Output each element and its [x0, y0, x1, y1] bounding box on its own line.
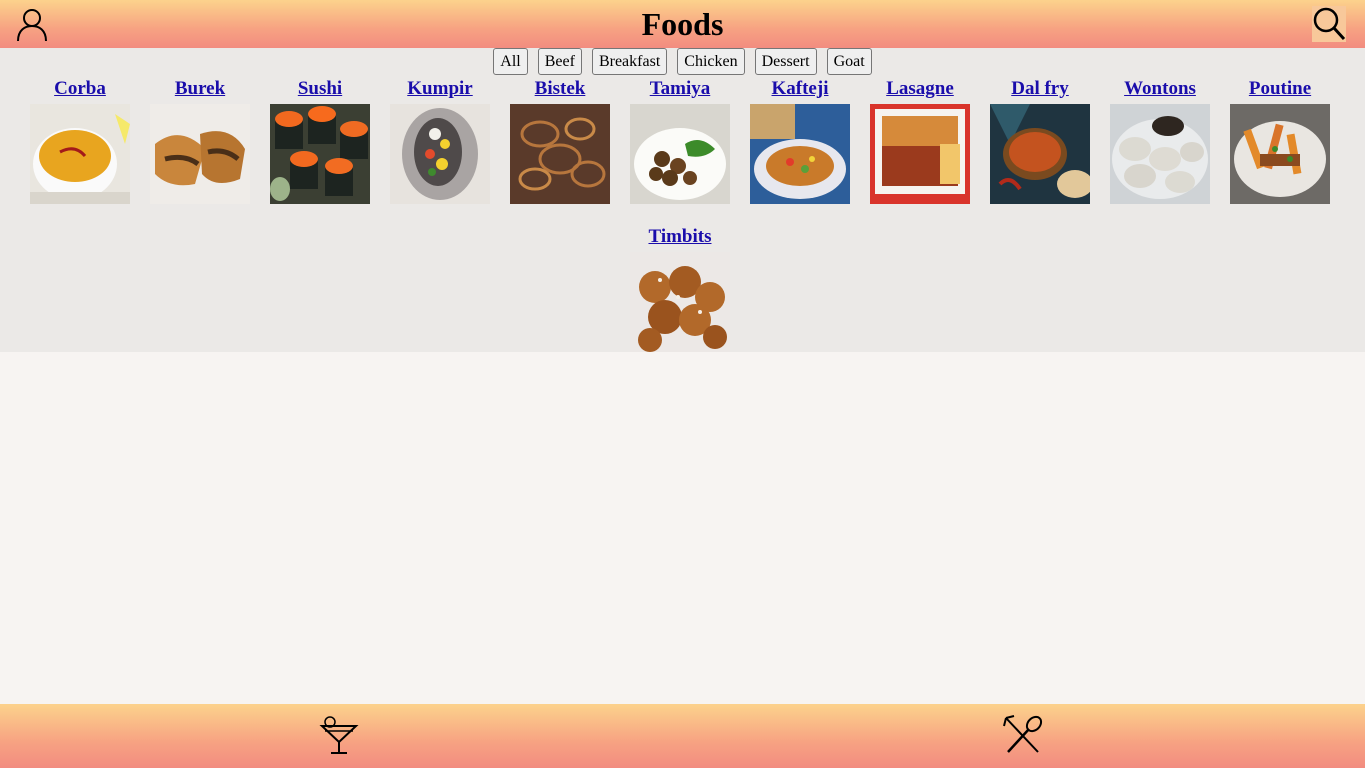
fork-spoon-icon[interactable]: [1002, 714, 1044, 756]
lentil-soup-bowl-image[interactable]: [30, 104, 130, 204]
meal-link-kafteji[interactable]: Kafteji: [740, 76, 860, 102]
meal-link-dal-fry[interactable]: Dal fry: [980, 76, 1100, 102]
steamed-dumplings-image[interactable]: [1110, 104, 1210, 204]
meals-panel: All Beef Breakfast Chicken Dessert Goat …: [0, 48, 1365, 352]
category-filter-bar: All Beef Breakfast Chicken Dessert Goat: [0, 48, 1365, 75]
search-icon[interactable]: [1312, 6, 1346, 42]
meal-link-burek[interactable]: Burek: [140, 76, 260, 102]
filter-breakfast-button[interactable]: Breakfast: [591, 48, 668, 75]
donut-holes-image[interactable]: [630, 252, 730, 352]
filter-dessert-button[interactable]: Dessert: [754, 48, 817, 75]
beef-steak-image[interactable]: [510, 104, 610, 204]
meal-link-tamiya[interactable]: Tamiya: [620, 76, 740, 102]
bottom-nav-bar: [0, 704, 1365, 768]
fries-with-gravy-image[interactable]: [1230, 104, 1330, 204]
meal-link-lasagne[interactable]: Lasagne: [860, 76, 980, 102]
filter-goat-button[interactable]: Goat: [826, 48, 872, 75]
meal-card: Dal fry: [980, 76, 1100, 204]
meal-link-corba[interactable]: Corba: [20, 76, 140, 102]
filter-chicken-button[interactable]: Chicken: [677, 48, 745, 75]
meal-card: Corba: [20, 76, 140, 204]
meal-link-timbits[interactable]: Timbits: [620, 224, 740, 250]
stuffed-baked-potato-image[interactable]: [390, 104, 490, 204]
sushi-rolls-image[interactable]: [270, 104, 370, 204]
meal-card: Bistek: [500, 76, 620, 204]
lasagne-dish-image[interactable]: [870, 104, 970, 204]
page-title: Foods: [641, 6, 724, 42]
meal-card: Wontons: [1100, 76, 1220, 204]
meal-card: Burek: [140, 76, 260, 204]
meal-link-sushi[interactable]: Sushi: [260, 76, 380, 102]
meal-card: Lasagne: [860, 76, 980, 204]
cocktail-glass-icon[interactable]: [318, 714, 360, 756]
header-bar: Foods: [0, 0, 1365, 48]
dal-curry-bowl-image[interactable]: [990, 104, 1090, 204]
vegetable-platter-image[interactable]: [750, 104, 850, 204]
meal-card: Timbits: [620, 224, 740, 352]
meal-link-poutine[interactable]: Poutine: [1220, 76, 1340, 102]
meal-card: Kafteji: [740, 76, 860, 204]
filter-all-button[interactable]: All: [493, 48, 528, 75]
meal-card: Poutine: [1220, 76, 1340, 204]
falafel-plate-image[interactable]: [630, 104, 730, 204]
meal-card: Sushi: [260, 76, 380, 204]
meal-link-wontons[interactable]: Wontons: [1100, 76, 1220, 102]
meal-link-bistek[interactable]: Bistek: [500, 76, 620, 102]
meal-card: Tamiya: [620, 76, 740, 204]
meal-card: Kumpir: [380, 76, 500, 204]
filter-beef-button[interactable]: Beef: [537, 48, 582, 75]
meal-link-kumpir[interactable]: Kumpir: [380, 76, 500, 102]
meat-pastry-image[interactable]: [150, 104, 250, 204]
